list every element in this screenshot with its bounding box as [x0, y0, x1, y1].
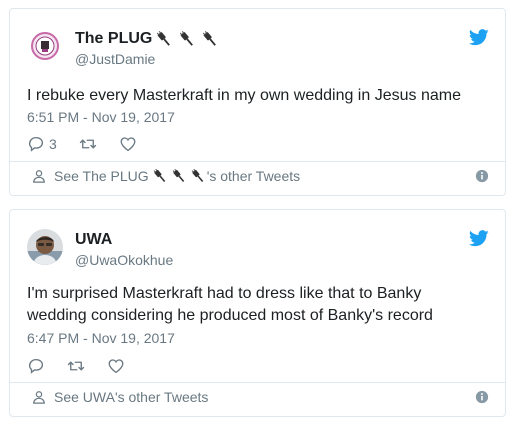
divider — [10, 161, 505, 162]
tweet-card: The PLUG @JustDamie I rebuke every Maste… — [9, 8, 506, 196]
tweet-timestamp[interactable]: 6:51 PM - Nov 19, 2017 — [27, 109, 175, 125]
person-icon — [33, 391, 45, 404]
reply-count: 3 — [49, 136, 57, 152]
footer-text[interactable]: See UWA's other Tweets — [54, 389, 208, 405]
author-handle[interactable]: @JustDamie — [75, 50, 219, 68]
like-button[interactable] — [107, 357, 125, 375]
reply-icon — [28, 358, 44, 374]
tweet-actions — [27, 357, 147, 375]
author-display-name[interactable]: The PLUG — [75, 29, 219, 49]
reply-icon — [28, 136, 44, 152]
other-tweets-link[interactable]: See UWA's other Tweets — [32, 387, 489, 407]
footer-text-suffix[interactable]: 's other Tweets — [207, 168, 300, 184]
other-tweets-link[interactable]: See The PLUG 's other Tweets — [32, 166, 489, 186]
plug-icon — [153, 168, 165, 183]
footer-text-prefix[interactable]: See The PLUG — [54, 168, 149, 184]
tweet-text: I'm surprised Masterkraft had to dress l… — [27, 283, 489, 327]
tweet-text-line: I'm surprised Masterkraft had to dress l… — [27, 285, 422, 302]
tweet-card: UWA @UwaOkokhue I'm surprised Masterkraf… — [9, 209, 506, 417]
plug-icon — [172, 168, 184, 183]
author-display-name[interactable]: UWA — [75, 230, 112, 250]
author-names: UWA @UwaOkokhue — [75, 230, 173, 269]
tweet-header: UWA @UwaOkokhue — [27, 224, 489, 270]
heart-icon — [108, 359, 124, 374]
plug-icon — [191, 168, 203, 183]
plug-icon — [203, 30, 217, 46]
tweet-text-line: wedding considering he produced most of … — [27, 307, 433, 324]
heart-icon — [120, 137, 136, 152]
author-names: The PLUG @JustDamie — [75, 29, 219, 68]
author-handle[interactable]: @UwaOkokhue — [75, 251, 173, 269]
tweet-header: The PLUG @JustDamie — [27, 23, 489, 69]
info-icon[interactable] — [475, 390, 489, 404]
avatar[interactable] — [27, 229, 63, 265]
tweet-text: I rebuke every Masterkraft in my own wed… — [27, 87, 461, 104]
info-icon[interactable] — [475, 169, 489, 183]
retweet-button[interactable] — [79, 135, 97, 153]
plug-icon — [157, 30, 171, 46]
reply-button[interactable] — [27, 357, 45, 375]
display-name-text[interactable]: The PLUG — [75, 29, 152, 49]
footer-emoji-group — [152, 168, 206, 184]
retweet-icon — [79, 139, 96, 149]
twitter-bird-icon[interactable] — [469, 230, 489, 247]
name-emoji-group — [155, 30, 219, 48]
reply-button[interactable]: 3 — [27, 135, 57, 153]
person-icon — [33, 170, 45, 183]
like-button[interactable] — [119, 135, 137, 153]
tweet-timestamp[interactable]: 6:47 PM - Nov 19, 2017 — [27, 330, 175, 346]
retweet-icon — [67, 361, 85, 371]
tweet-actions: 3 — [27, 135, 159, 153]
avatar[interactable] — [27, 28, 63, 64]
retweet-button[interactable] — [67, 357, 85, 375]
twitter-bird-icon[interactable] — [469, 29, 489, 46]
divider — [10, 382, 505, 383]
plug-icon — [180, 30, 194, 46]
